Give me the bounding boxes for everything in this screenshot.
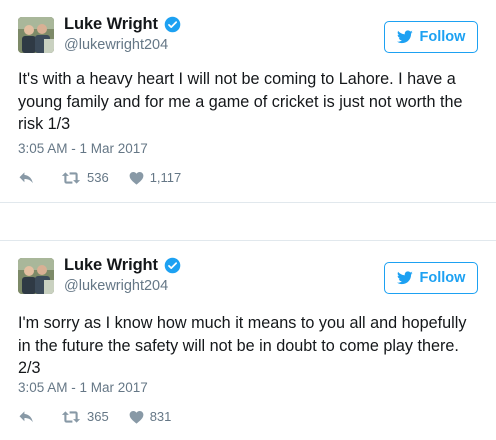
follow-label: Follow [419, 270, 466, 286]
reply-icon[interactable] [18, 171, 35, 185]
retweet-icon [61, 410, 81, 423]
heart-icon [129, 171, 144, 185]
retweet-action[interactable]: 365 [61, 409, 109, 424]
heart-icon [129, 410, 144, 424]
tweet-actions: 365 831 [18, 409, 191, 424]
tweet-text: It's with a heavy heart I will not be co… [18, 70, 463, 133]
verified-badge-icon [164, 16, 181, 33]
twitter-bird-icon [396, 30, 413, 44]
twitter-bird-icon [396, 271, 413, 285]
author-handle[interactable]: @lukewright204 [64, 278, 168, 294]
retweet-count: 536 [87, 170, 109, 185]
tweet-card: Luke Wright @lukewright204 Follow I'm so… [0, 240, 496, 440]
tweet-card: Luke Wright @lukewright204 Follow It's w… [0, 0, 496, 203]
retweet-icon [61, 171, 81, 184]
verified-badge-icon [164, 257, 181, 274]
tweet-text: I'm sorry as I know how much it means to… [18, 314, 467, 377]
retweet-action[interactable]: 536 [61, 170, 109, 185]
like-action[interactable]: 831 [129, 409, 172, 424]
tweet-actions: 536 1,117 [18, 170, 201, 185]
author-name[interactable]: Luke Wright [64, 15, 158, 34]
like-count: 1,117 [149, 170, 182, 185]
avatar[interactable] [18, 17, 54, 53]
retweet-count: 365 [87, 409, 109, 424]
tweet-timestamp[interactable]: 3:05 AM - 1 Mar 2017 [18, 380, 148, 395]
avatar[interactable] [18, 258, 54, 294]
author-handle[interactable]: @lukewright204 [64, 37, 168, 53]
author-name[interactable]: Luke Wright [64, 256, 158, 275]
follow-button[interactable]: Follow [384, 262, 478, 294]
like-action[interactable]: 1,117 [129, 170, 182, 185]
reply-icon[interactable] [18, 410, 35, 424]
tweet-timestamp[interactable]: 3:05 AM - 1 Mar 2017 [18, 141, 148, 156]
tweet-separator [0, 203, 496, 240]
follow-button[interactable]: Follow [384, 21, 478, 53]
like-count: 831 [149, 409, 172, 424]
follow-label: Follow [419, 29, 466, 45]
